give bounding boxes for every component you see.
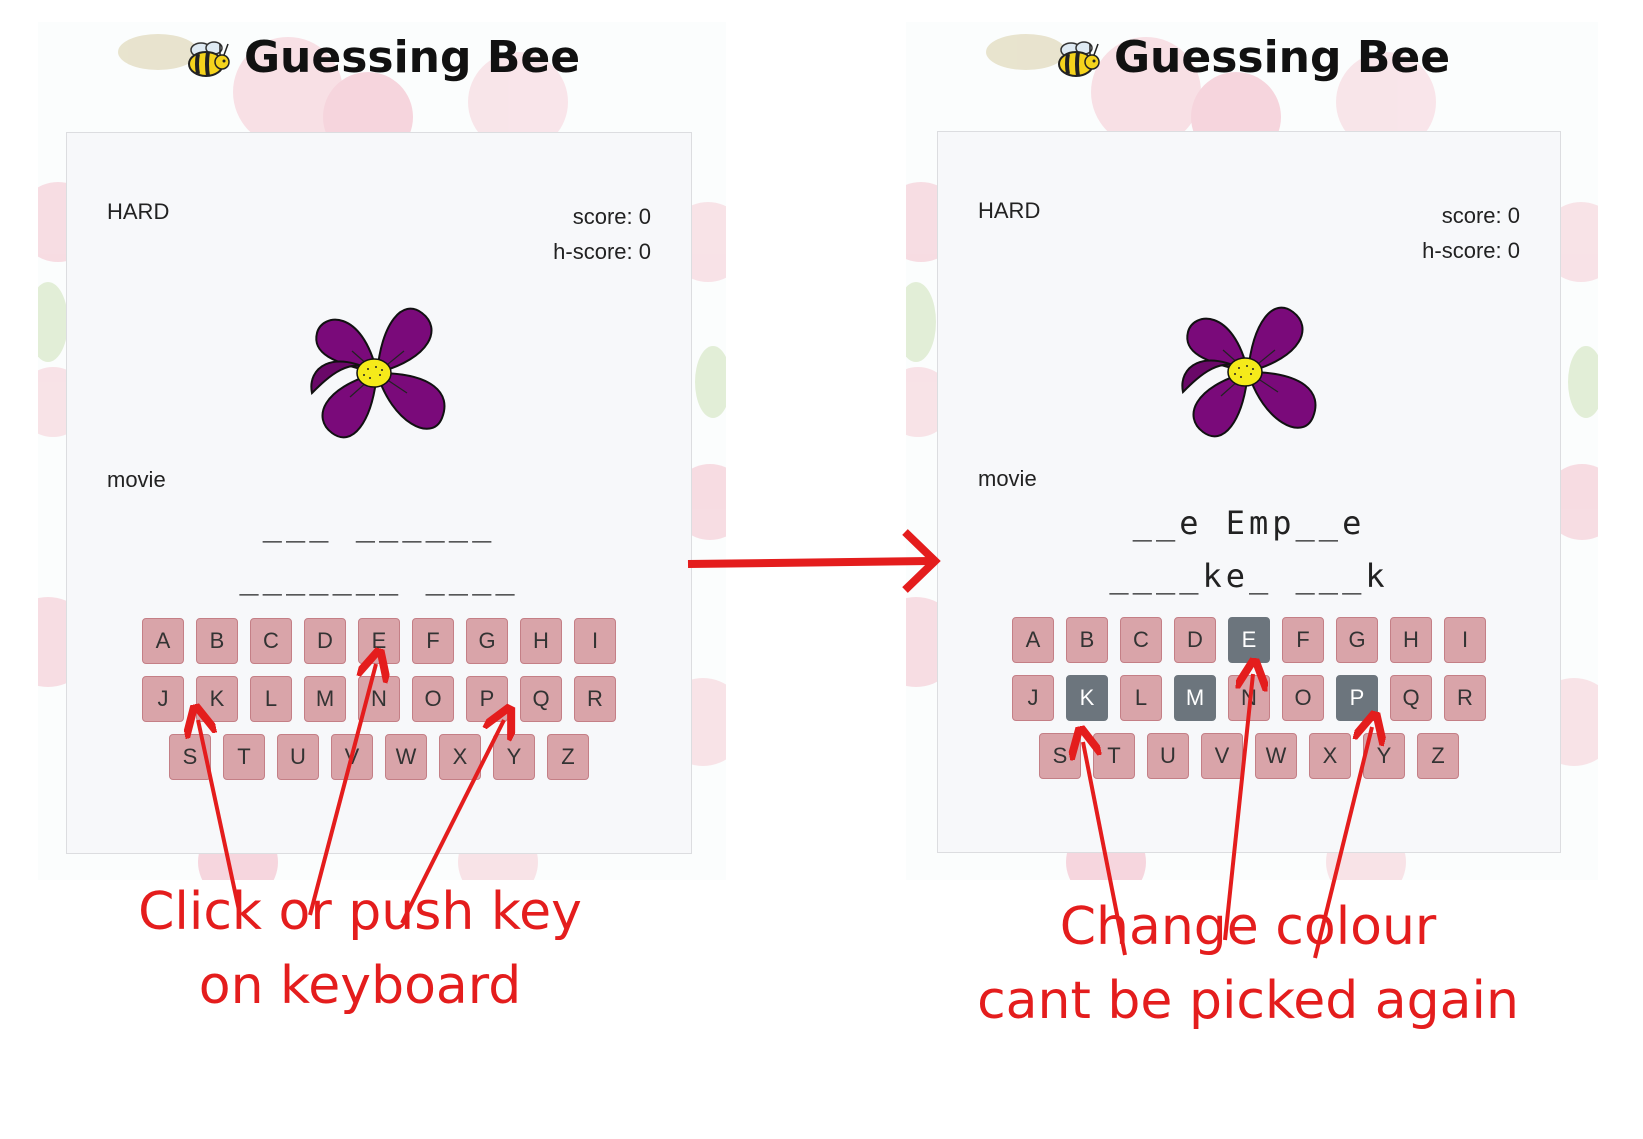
key-w[interactable]: W [385,734,427,780]
caption-line: cant be picked again [977,971,1519,1031]
score-panel: score: 0 h-score: 0 [1422,198,1520,268]
key-k[interactable]: K [196,676,238,722]
key-l[interactable]: L [1120,675,1162,721]
key-u[interactable]: U [1147,733,1189,779]
key-v[interactable]: V [1201,733,1243,779]
key-r[interactable]: R [574,676,616,722]
flower-icon [310,307,446,439]
key-o[interactable]: O [1282,675,1324,721]
key-g[interactable]: G [466,618,508,664]
key-n[interactable]: N [1228,675,1270,721]
before-screenshot: Guessing Bee HARD score: 0 h-score: 0 mo… [38,22,726,880]
key-b[interactable]: B [1066,617,1108,663]
app-header: Guessing Bee [906,32,1598,83]
keyboard-row: ABCDEFGHI [938,617,1560,663]
key-m: M [1174,675,1216,721]
key-z[interactable]: Z [1417,733,1459,779]
key-i[interactable]: I [574,618,616,664]
high-score-label: h-score: 0 [1422,238,1520,263]
key-a[interactable]: A [142,618,184,664]
key-c[interactable]: C [1120,617,1162,663]
key-g[interactable]: G [1336,617,1378,663]
key-x[interactable]: X [439,734,481,780]
key-o[interactable]: O [412,676,454,722]
score-label: score: 0 [572,204,651,229]
app-title: Guessing Bee [243,32,581,83]
phrase-line-1: ___ ______ [262,505,496,543]
key-p: P [1336,675,1378,721]
game-card: HARD score: 0 h-score: 0 movie __e Emp__… [937,131,1561,853]
key-z[interactable]: Z [547,734,589,780]
key-n[interactable]: N [358,676,400,722]
keyboard-row: STUVWXYZ [67,734,691,780]
key-f[interactable]: F [1282,617,1324,663]
key-p[interactable]: P [466,676,508,722]
key-t[interactable]: T [223,734,265,780]
score-label: score: 0 [1441,203,1520,228]
key-s[interactable]: S [1039,733,1081,779]
letter-keyboard: ABCDEFGHI JKLMNOPQR STUVWXYZ [938,617,1560,791]
key-t[interactable]: T [1093,733,1135,779]
key-k: K [1066,675,1108,721]
score-panel: score: 0 h-score: 0 [553,199,651,269]
key-j[interactable]: J [142,676,184,722]
key-e: E [1228,617,1270,663]
game-card: HARD score: 0 h-score: 0 movie ___ _____… [66,132,692,854]
high-score-label: h-score: 0 [553,239,651,264]
key-j[interactable]: J [1012,675,1054,721]
phrase-line-2: ____ke_ ___k [1109,557,1389,595]
key-i[interactable]: I [1444,617,1486,663]
left-annotation-caption: Click or push key on keyboard [40,875,680,1023]
app-title: Guessing Bee [1113,32,1451,83]
key-s[interactable]: S [169,734,211,780]
key-d[interactable]: D [1174,617,1216,663]
key-a[interactable]: A [1012,617,1054,663]
key-f[interactable]: F [412,618,454,664]
caption-line: Change colour [1059,897,1437,957]
key-b[interactable]: B [196,618,238,664]
key-r[interactable]: R [1444,675,1486,721]
key-l[interactable]: L [250,676,292,722]
after-screenshot: Guessing Bee HARD score: 0 h-score: 0 mo… [906,22,1598,880]
key-x[interactable]: X [1309,733,1351,779]
key-v[interactable]: V [331,734,373,780]
caption-line: Click or push key [138,882,582,942]
key-h[interactable]: H [520,618,562,664]
key-m[interactable]: M [304,676,346,722]
key-c[interactable]: C [250,618,292,664]
key-y[interactable]: Y [493,734,535,780]
bee-icon [1057,40,1100,77]
phrase-line-1: __e Emp__e [1132,504,1366,542]
key-e[interactable]: E [358,618,400,664]
key-q[interactable]: Q [1390,675,1432,721]
key-q[interactable]: Q [520,676,562,722]
category-label: movie [978,466,1037,491]
key-y[interactable]: Y [1363,733,1405,779]
letter-keyboard: ABCDEFGHI JKLMNOPQR STUVWXYZ [67,618,691,792]
difficulty-label: HARD [107,199,170,224]
key-u[interactable]: U [277,734,319,780]
caption-line: on keyboard [198,956,522,1016]
phrase-line-2: _______ ____ [239,558,519,596]
keyboard-row: ABCDEFGHI [67,618,691,664]
flower-icon [1181,306,1317,438]
right-annotation-caption: Change colour cant be picked again [888,890,1608,1038]
key-w[interactable]: W [1255,733,1297,779]
difficulty-label: HARD [978,198,1041,223]
key-h[interactable]: H [1390,617,1432,663]
category-label: movie [107,467,166,492]
keyboard-row: STUVWXYZ [938,733,1560,779]
key-d[interactable]: D [304,618,346,664]
app-header: Guessing Bee [38,32,726,83]
bee-icon [187,40,230,77]
keyboard-row: JKLMNOPQR [67,676,691,722]
keyboard-row: JKLMNOPQR [938,675,1560,721]
